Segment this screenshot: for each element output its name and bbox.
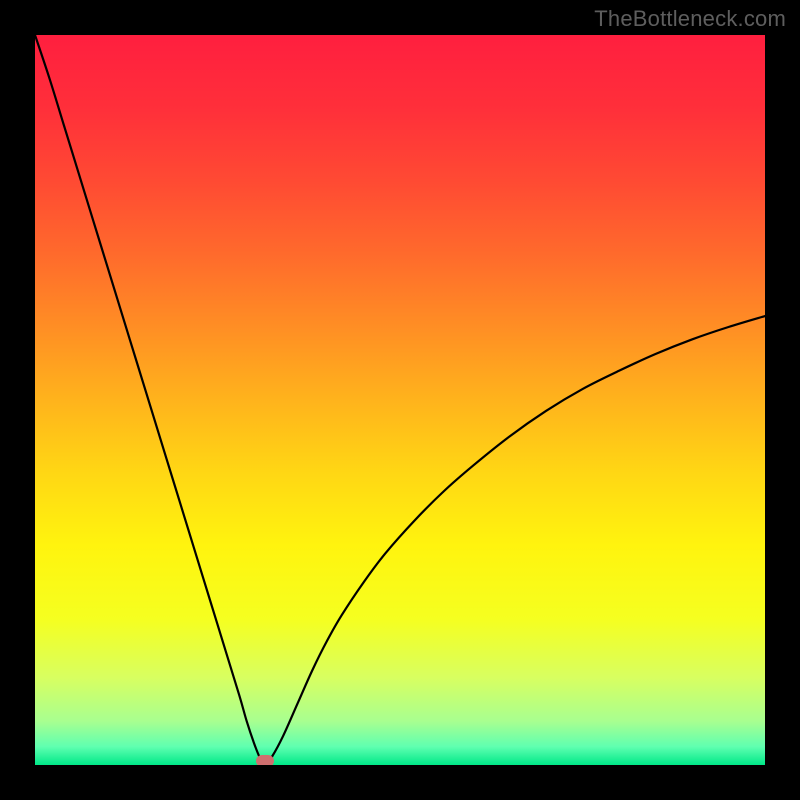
watermark-text: TheBottleneck.com [594, 6, 786, 32]
gradient-background [35, 35, 765, 765]
optimal-point-marker [256, 755, 274, 765]
plot-area [35, 35, 765, 765]
chart-svg [35, 35, 765, 765]
chart-frame: TheBottleneck.com [0, 0, 800, 800]
